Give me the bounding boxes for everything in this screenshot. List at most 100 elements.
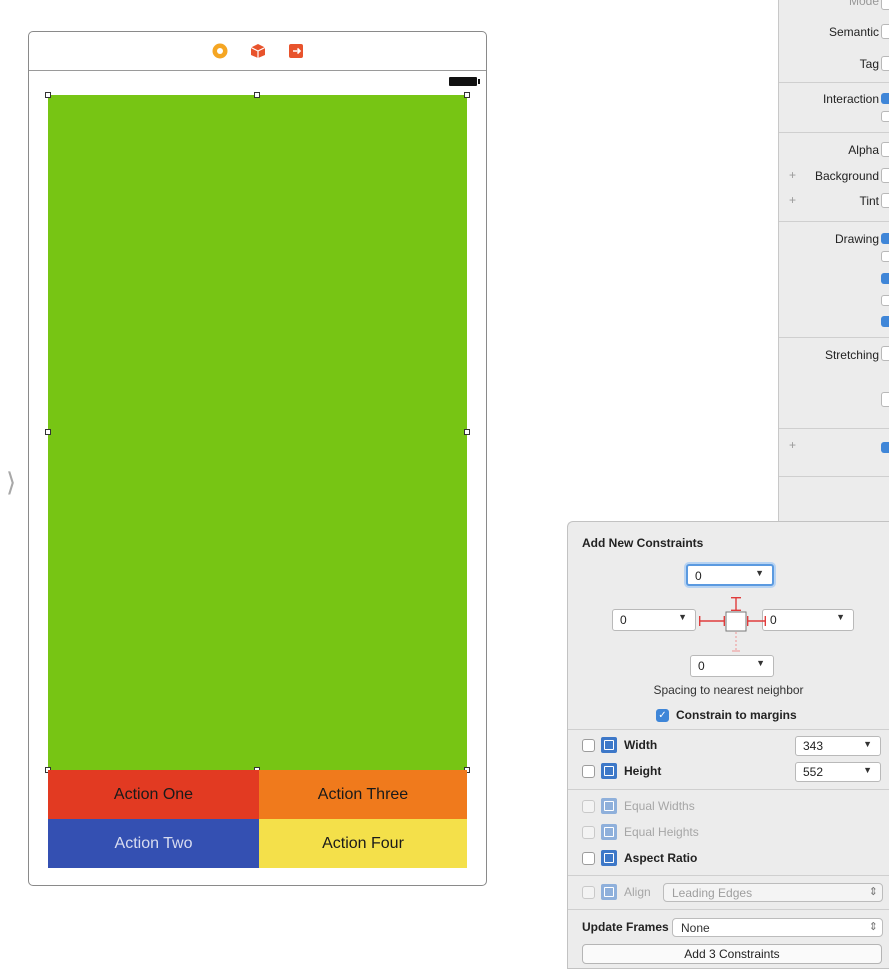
align-icon: [601, 884, 617, 900]
width-checkbox[interactable]: [582, 739, 595, 752]
divider: [779, 476, 889, 477]
height-label: Height: [624, 764, 662, 778]
aspect-ratio-icon: [601, 850, 617, 866]
drawing-label: Drawing: [834, 232, 879, 246]
equal-heights-icon: [601, 824, 617, 840]
top-constraint-value: 0: [695, 569, 702, 583]
divider: [779, 337, 889, 338]
width-constraint-icon: [601, 737, 617, 753]
height-checkbox[interactable]: [582, 765, 595, 778]
stretching-x-field[interactable]: [881, 346, 889, 361]
divider: [568, 875, 889, 876]
divider: [568, 909, 889, 910]
tint-plus-icon[interactable]: +: [789, 193, 796, 207]
alpha-label: Alpha: [848, 143, 879, 157]
chevron-down-icon[interactable]: ▼: [755, 568, 764, 578]
leading-constraint-field[interactable]: 0 ▼: [612, 609, 696, 631]
divider: [779, 82, 889, 83]
first-responder-icon[interactable]: [250, 43, 266, 59]
resize-handle-top[interactable]: [254, 92, 260, 98]
view-controller-scene[interactable]: Action One Action Three Action Two Actio…: [28, 31, 487, 886]
align-select-value: Leading Edges: [672, 886, 753, 900]
add-constraints-button[interactable]: Add 3 Constraints: [582, 944, 882, 964]
aspect-ratio-label: Aspect Ratio: [624, 851, 698, 865]
view-controller-icon[interactable]: [212, 43, 228, 59]
width-label: Width: [624, 738, 658, 752]
updown-chevron-icon: ⇕: [868, 885, 878, 898]
hidden-checkbox[interactable]: [881, 251, 889, 262]
align-select[interactable]: Leading Edges ⇕: [663, 883, 883, 902]
user-interaction-checkbox[interactable]: [881, 93, 889, 104]
tint-color-popup[interactable]: [881, 193, 889, 208]
equal-widths-checkbox[interactable]: [582, 800, 595, 813]
alpha-field[interactable]: [881, 142, 889, 157]
clip-to-bounds-checkbox[interactable]: [881, 295, 889, 306]
tag-label: Tag: [859, 57, 879, 71]
exit-icon[interactable]: [288, 43, 304, 59]
chevron-down-icon[interactable]: ▼: [863, 765, 872, 775]
divider: [568, 789, 889, 790]
constraint-diagram-icon[interactable]: [696, 597, 776, 659]
chevron-down-icon[interactable]: ▼: [756, 658, 765, 668]
spacing-caption: Spacing to nearest neighbor: [653, 683, 804, 697]
height-value-field[interactable]: 552 ▼: [795, 762, 881, 782]
height-constraint-icon: [601, 763, 617, 779]
mode-popup[interactable]: [881, 0, 889, 10]
action-four-button[interactable]: Action Four: [259, 819, 467, 868]
chevron-down-icon[interactable]: ▼: [863, 739, 872, 749]
action-three-button[interactable]: Action Three: [259, 770, 467, 819]
resize-handle-right[interactable]: [464, 429, 470, 435]
attributes-inspector: Mode Semantic Tag Interaction Alpha + Ba…: [778, 0, 889, 528]
equal-heights-label: Equal Heights: [624, 825, 699, 839]
top-constraint-field[interactable]: 0 ▼: [686, 564, 774, 586]
action-button-grid: Action One Action Three Action Two Actio…: [48, 770, 467, 868]
installed-plus-icon[interactable]: +: [789, 438, 796, 452]
installed-checkbox[interactable]: [881, 442, 889, 453]
resize-handle-top-left[interactable]: [45, 92, 51, 98]
update-frames-value: None: [681, 921, 710, 935]
resize-handle-left[interactable]: [45, 429, 51, 435]
action-two-button[interactable]: Action Two: [48, 819, 259, 868]
resize-handle-top-right[interactable]: [464, 92, 470, 98]
bottom-constraint-value: 0: [698, 659, 705, 673]
divider: [779, 132, 889, 133]
bottom-constraint-field[interactable]: 0 ▼: [690, 655, 774, 677]
equal-widths-label: Equal Widths: [624, 799, 695, 813]
divider: [779, 428, 889, 429]
align-checkbox[interactable]: [582, 886, 595, 899]
leading-constraint-value: 0: [620, 613, 627, 627]
semantic-popup[interactable]: [881, 24, 889, 39]
background-color-popup[interactable]: [881, 168, 889, 183]
constrain-to-margins-checkbox[interactable]: ✓: [656, 709, 669, 722]
divider: [779, 221, 889, 222]
semantic-label: Semantic: [828, 25, 879, 39]
main-view[interactable]: [48, 95, 467, 770]
interaction-label: Interaction: [822, 92, 879, 106]
autoresize-subviews-checkbox[interactable]: [881, 316, 889, 327]
tag-field[interactable]: [881, 56, 889, 71]
background-plus-icon[interactable]: +: [789, 168, 796, 182]
equal-widths-icon: [601, 798, 617, 814]
divider: [568, 729, 889, 730]
equal-heights-checkbox[interactable]: [582, 826, 595, 839]
multiple-touch-checkbox[interactable]: [881, 111, 889, 122]
opaque-checkbox[interactable]: [881, 233, 889, 244]
tint-label: Tint: [859, 194, 879, 208]
aspect-ratio-checkbox[interactable]: [582, 852, 595, 865]
updown-chevron-icon: ⇕: [868, 920, 878, 933]
width-value-field[interactable]: 343 ▼: [795, 736, 881, 756]
clears-graphics-checkbox[interactable]: [881, 273, 889, 284]
popover-title: Add New Constraints: [582, 536, 704, 550]
align-label: Align: [624, 885, 651, 899]
chevron-down-icon[interactable]: ▼: [678, 612, 687, 622]
background-label: Background: [814, 169, 879, 183]
stretching-label: Stretching: [824, 348, 879, 362]
chevron-down-icon[interactable]: ▼: [836, 612, 845, 622]
add-constraints-popover: Add New Constraints 0 ▼ 0 ▼ 0 ▼ 0 ▼ Spac…: [567, 521, 889, 969]
width-value: 343: [803, 739, 824, 753]
scene-dock: [29, 32, 486, 71]
stretching-width-field[interactable]: [881, 392, 889, 407]
update-frames-label: Update Frames: [582, 920, 669, 934]
update-frames-select[interactable]: None ⇕: [672, 918, 883, 937]
action-one-button[interactable]: Action One: [48, 770, 259, 819]
